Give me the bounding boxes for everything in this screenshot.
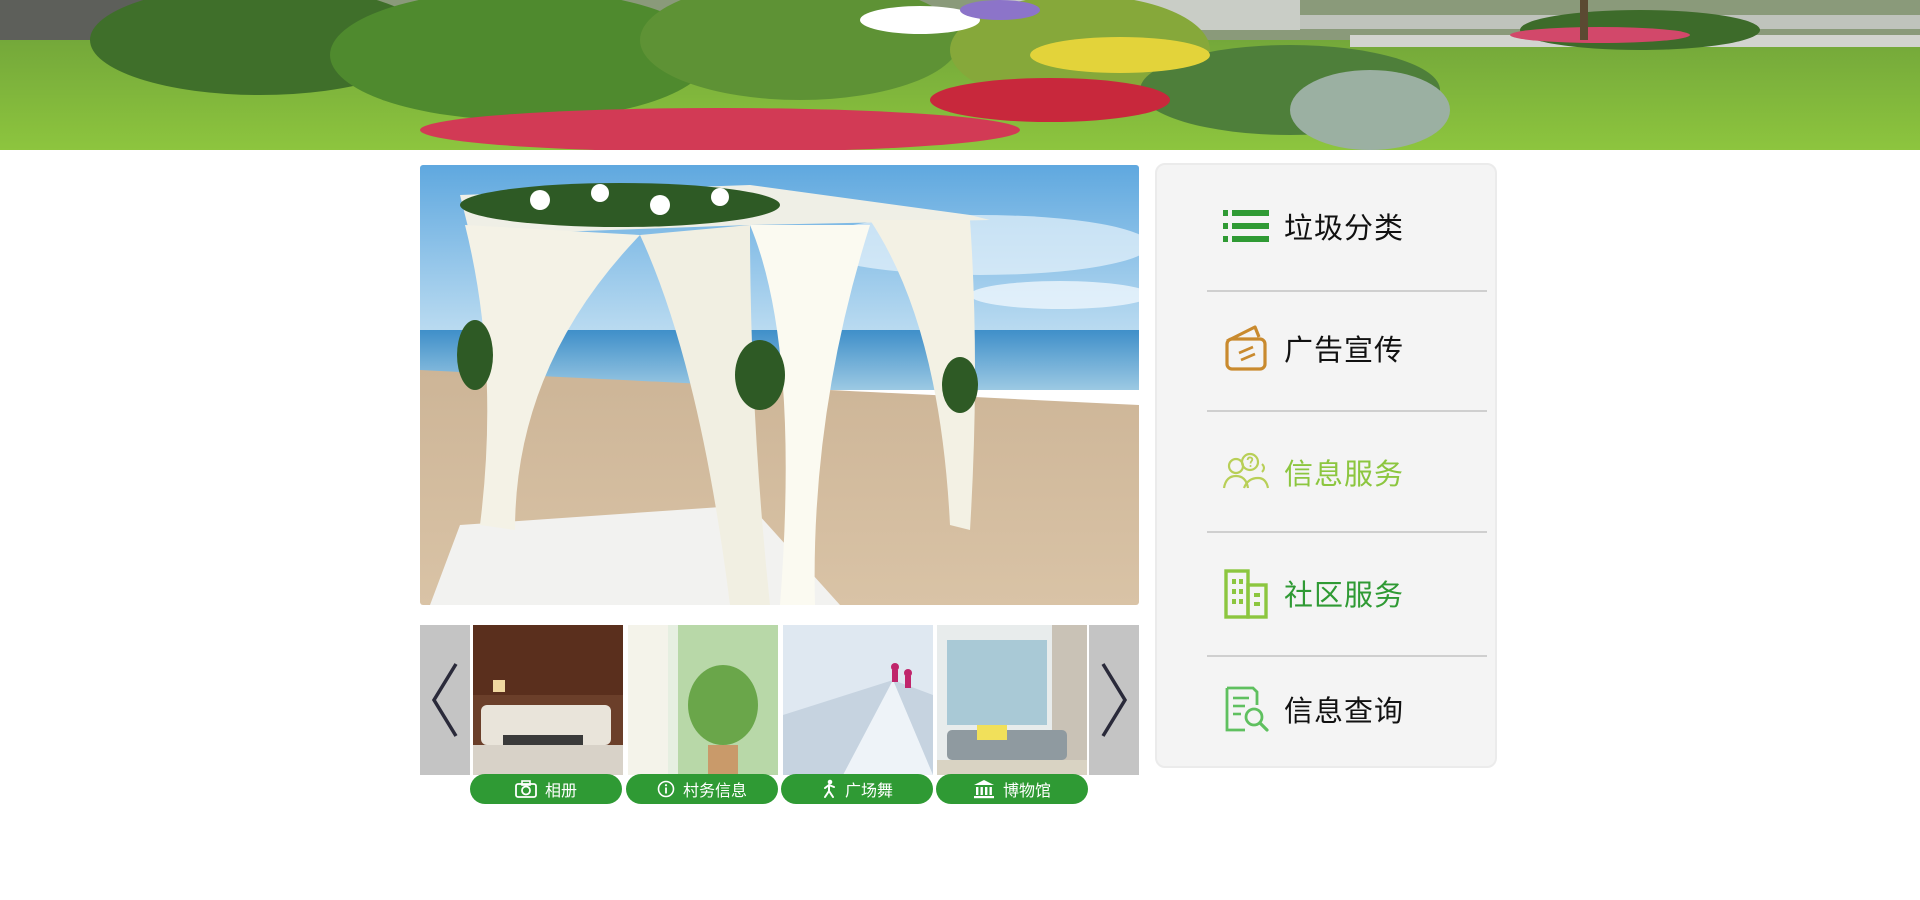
chevron-right-icon [1101, 663, 1128, 737]
menu-item-label: 广告宣传 [1284, 333, 1405, 367]
thumbnail-photo[interactable] [628, 625, 778, 775]
divider [1207, 290, 1487, 292]
thumbnail-photo[interactable] [473, 625, 623, 775]
square-dance-link[interactable]: 广场舞 [781, 774, 933, 804]
menu-item-information-service[interactable]: 信息服务 [1157, 417, 1495, 527]
museum-icon [973, 780, 994, 799]
carousel-next-button[interactable] [1089, 625, 1139, 775]
museum-label: 博物馆 [1002, 781, 1051, 800]
dancer-icon [823, 779, 835, 798]
museum-link[interactable]: 博物馆 [936, 774, 1088, 804]
service-menu-panel: 垃圾分类 广告宣传 信息服务 社区服务 信息查询 [1155, 163, 1497, 768]
menu-item-label: 社区服务 [1284, 578, 1405, 612]
building-icon [1222, 567, 1270, 619]
document-search-icon [1222, 683, 1270, 735]
album-link[interactable]: 相册 [470, 774, 622, 804]
garden-banner-image [0, 0, 1920, 150]
thumbnail-photo[interactable] [783, 625, 933, 775]
carousel-prev-button[interactable] [420, 625, 470, 775]
square-dance-label: 广场舞 [844, 781, 893, 800]
divider [1207, 410, 1487, 412]
chevron-left-icon [431, 663, 458, 737]
menu-item-information-query[interactable]: 信息查询 [1157, 654, 1495, 764]
menu-item-label: 信息查询 [1284, 694, 1405, 728]
menu-item-label: 垃圾分类 [1284, 211, 1405, 245]
list-icon [1222, 200, 1270, 252]
menu-item-garbage-sorting[interactable]: 垃圾分类 [1157, 171, 1495, 281]
info-icon [657, 780, 675, 798]
menu-item-advertising[interactable]: 广告宣传 [1157, 293, 1495, 403]
thumbnail-carousel: 相册 村务信息 广场舞 博物馆 [420, 625, 1139, 804]
album-label: 相册 [544, 781, 577, 800]
village-affairs-link[interactable]: 村务信息 [626, 774, 778, 804]
camera-icon [515, 780, 537, 798]
thumbnail-photo[interactable] [937, 625, 1087, 775]
card-icon [1222, 322, 1270, 374]
people-question-icon [1222, 446, 1270, 498]
menu-item-label: 信息服务 [1284, 457, 1405, 491]
divider [1207, 531, 1487, 533]
featured-photo[interactable] [420, 165, 1139, 605]
village-affairs-label: 村务信息 [682, 781, 747, 800]
menu-item-community-service[interactable]: 社区服务 [1157, 538, 1495, 648]
